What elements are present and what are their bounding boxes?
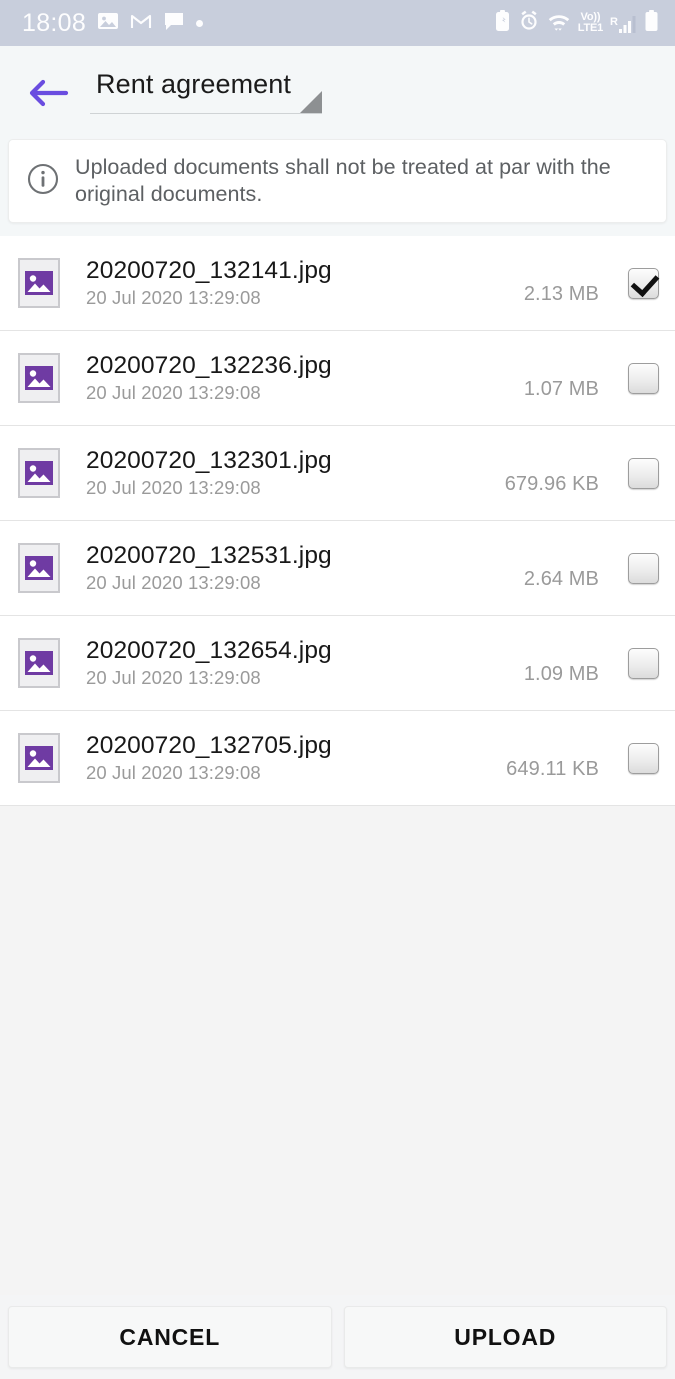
file-info: 20200720_132236.jpg 20 Jul 2020 13:29:08 (86, 352, 430, 404)
title-underline (90, 113, 322, 114)
battery-saver-icon (494, 9, 511, 38)
file-info: 20200720_132531.jpg 20 Jul 2020 13:29:08 (86, 542, 430, 594)
messages-icon (163, 11, 185, 36)
file-size: 2.13 MB (523, 282, 599, 305)
banner-zone: Uploaded documents shall not be treated … (0, 139, 675, 236)
file-name: 20200720_132705.jpg (86, 732, 332, 759)
gmail-icon (130, 12, 152, 35)
signal-icon: R (610, 12, 637, 34)
file-checkbox[interactable] (628, 552, 659, 584)
file-info: 20200720_132705.jpg 20 Jul 2020 13:29:08 (86, 732, 430, 784)
table-row[interactable]: 20200720_132236.jpg 20 Jul 2020 13:29:08… (0, 331, 675, 426)
photos-icon (97, 10, 119, 37)
file-size: 1.07 MB (523, 377, 599, 400)
status-bar-clock: 18:08 (22, 8, 87, 37)
file-checkbox-cell[interactable] (605, 552, 659, 584)
table-row[interactable]: 20200720_132654.jpg 20 Jul 2020 13:29:08… (0, 616, 675, 711)
file-size: 2.64 MB (523, 567, 599, 590)
file-date: 20 Jul 2020 13:29:08 (86, 762, 261, 783)
image-thumbnail-icon (18, 448, 60, 498)
file-checkbox[interactable] (628, 457, 659, 489)
file-size: 1.09 MB (523, 662, 599, 685)
file-size: 679.96 KB (504, 472, 599, 495)
table-row[interactable]: 20200720_132705.jpg 20 Jul 2020 13:29:08… (0, 711, 675, 806)
image-thumbnail-icon (18, 258, 60, 308)
file-checkbox-cell[interactable] (605, 742, 659, 774)
table-row[interactable]: 20200720_132301.jpg 20 Jul 2020 13:29:08… (0, 426, 675, 521)
back-arrow-icon (29, 79, 69, 106)
file-date: 20 Jul 2020 13:29:08 (86, 382, 261, 403)
volte-icon: Vo)) LTE1 (578, 12, 603, 34)
info-banner-text: Uploaded documents shall not be treated … (75, 154, 611, 206)
roaming-label: R (610, 16, 618, 28)
dot-indicator (196, 19, 204, 27)
file-name: 20200720_132301.jpg (86, 447, 332, 474)
table-row[interactable]: 20200720_132141.jpg 20 Jul 2020 13:29:08… (0, 236, 675, 331)
cancel-button[interactable]: CANCEL (8, 1306, 332, 1368)
volte-label-bottom: LTE1 (577, 22, 604, 34)
status-bar-right: Vo)) LTE1 R (494, 9, 659, 38)
image-thumbnail-icon (18, 733, 60, 783)
resize-handle-icon[interactable] (300, 91, 322, 113)
file-checkbox[interactable] (628, 362, 659, 394)
file-info: 20200720_132301.jpg 20 Jul 2020 13:29:08 (86, 447, 430, 499)
info-icon (27, 163, 59, 200)
file-name: 20200720_132654.jpg (86, 637, 332, 664)
file-info: 20200720_132654.jpg 20 Jul 2020 13:29:08 (86, 637, 430, 689)
page-title: Rent agreement (96, 69, 292, 99)
page-title-field[interactable]: Rent agreement (90, 69, 322, 116)
bottom-action-bar: CANCEL UPLOAD (0, 1295, 675, 1379)
empty-space (0, 806, 675, 1295)
file-date: 20 Jul 2020 13:29:08 (86, 287, 261, 308)
upload-button[interactable]: UPLOAD (343, 1306, 667, 1368)
file-name: 20200720_132141.jpg (86, 257, 332, 284)
app-screen: 18:08 Vo)) LTE1 R Rent agreement Uploade… (0, 0, 675, 1379)
wifi-icon (547, 10, 571, 37)
file-info: 20200720_132141.jpg 20 Jul 2020 13:29:08 (86, 257, 430, 309)
back-button[interactable] (20, 65, 76, 121)
file-checkbox[interactable] (628, 267, 659, 299)
alarm-icon (518, 9, 540, 37)
image-thumbnail-icon (18, 638, 60, 688)
status-bar: 18:08 Vo)) LTE1 R (0, 0, 675, 46)
file-checkbox-cell[interactable] (605, 457, 659, 489)
file-list: 20200720_132141.jpg 20 Jul 2020 13:29:08… (0, 236, 675, 806)
battery-icon (644, 9, 659, 38)
table-row[interactable]: 20200720_132531.jpg 20 Jul 2020 13:29:08… (0, 521, 675, 616)
image-thumbnail-icon (18, 543, 60, 593)
file-date: 20 Jul 2020 13:29:08 (86, 477, 261, 498)
file-checkbox-cell[interactable] (605, 362, 659, 394)
image-thumbnail-icon (18, 353, 60, 403)
app-bar: Rent agreement (0, 46, 675, 139)
file-checkbox[interactable] (628, 647, 659, 679)
file-name: 20200720_132236.jpg (86, 352, 332, 379)
file-date: 20 Jul 2020 13:29:08 (86, 667, 261, 688)
file-checkbox-cell[interactable] (605, 267, 659, 299)
file-checkbox-cell[interactable] (605, 647, 659, 679)
status-bar-left: 18:08 (22, 8, 204, 38)
file-size: 649.11 KB (506, 757, 599, 780)
file-name: 20200720_132531.jpg (86, 542, 332, 569)
file-date: 20 Jul 2020 13:29:08 (86, 572, 261, 593)
file-checkbox[interactable] (628, 742, 659, 774)
info-banner: Uploaded documents shall not be treated … (8, 139, 667, 223)
